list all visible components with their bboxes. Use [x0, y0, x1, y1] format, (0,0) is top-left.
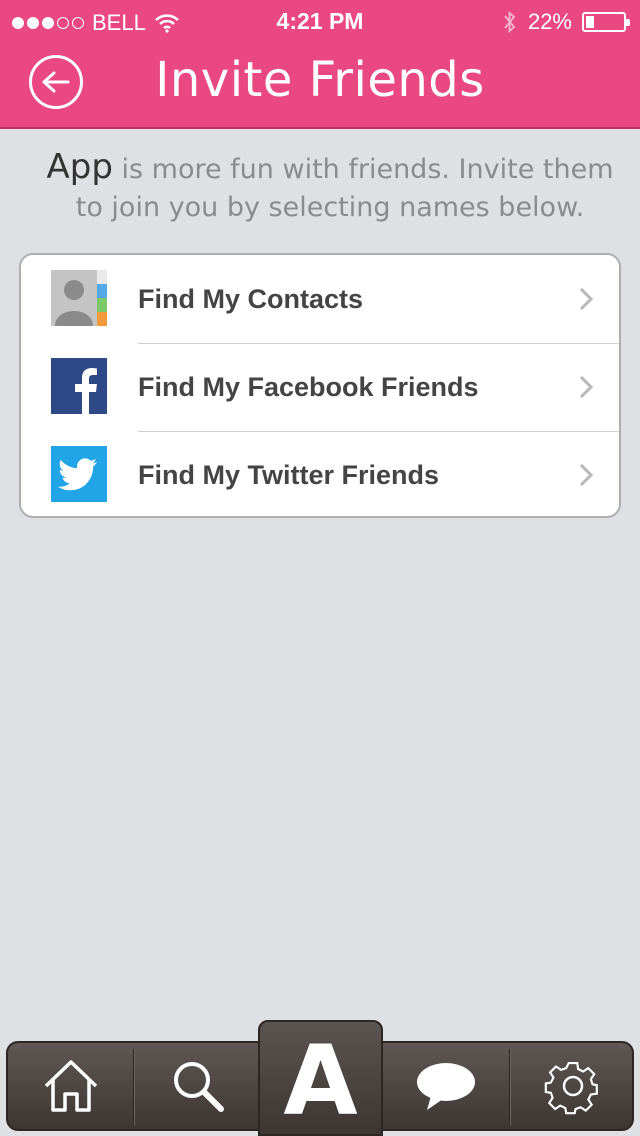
app-logo: A [283, 1025, 358, 1136]
list-item-contacts[interactable]: Find My Contacts [21, 255, 619, 343]
list-item-twitter[interactable]: Find My Twitter Friends [21, 431, 619, 516]
tab-home[interactable] [8, 1043, 133, 1129]
invite-options-list: Find My Contacts Find My Facebook Friend… [19, 253, 621, 518]
twitter-icon [51, 446, 107, 502]
search-icon [174, 1062, 224, 1112]
battery-icon [582, 12, 630, 32]
tab-messages[interactable] [384, 1043, 508, 1129]
option-label: Find My Contacts [138, 284, 364, 314]
list-item-facebook[interactable]: Find My Facebook Friends [21, 343, 619, 431]
option-label: Find My Facebook Friends [138, 372, 479, 402]
option-label: Find My Twitter Friends [138, 460, 440, 490]
intro-text: App is more fun with friends. Invite the… [30, 148, 630, 227]
facebook-icon [51, 358, 107, 414]
status-bar: BELL 4:21 PM 22% [0, 0, 640, 44]
intro-body: is more fun with friends. Invite them to… [75, 154, 614, 223]
tab-settings[interactable] [512, 1043, 634, 1129]
contacts-icon [51, 270, 107, 326]
battery-percent: 22% [527, 9, 572, 34]
app-name: App [46, 147, 113, 187]
chevron-right-icon [579, 375, 593, 399]
chevron-right-icon [579, 287, 593, 311]
home-icon [44, 1060, 97, 1112]
page-title: Invite Friends [155, 52, 485, 108]
tab-app-home[interactable]: A [258, 1020, 383, 1136]
tab-search[interactable] [136, 1043, 260, 1129]
bluetooth-icon [504, 10, 516, 34]
header: BELL 4:21 PM 22% Invite Friends [0, 0, 640, 129]
chevron-right-icon [579, 463, 593, 487]
settings-icon [544, 1061, 598, 1115]
chat-icon [417, 1063, 475, 1110]
